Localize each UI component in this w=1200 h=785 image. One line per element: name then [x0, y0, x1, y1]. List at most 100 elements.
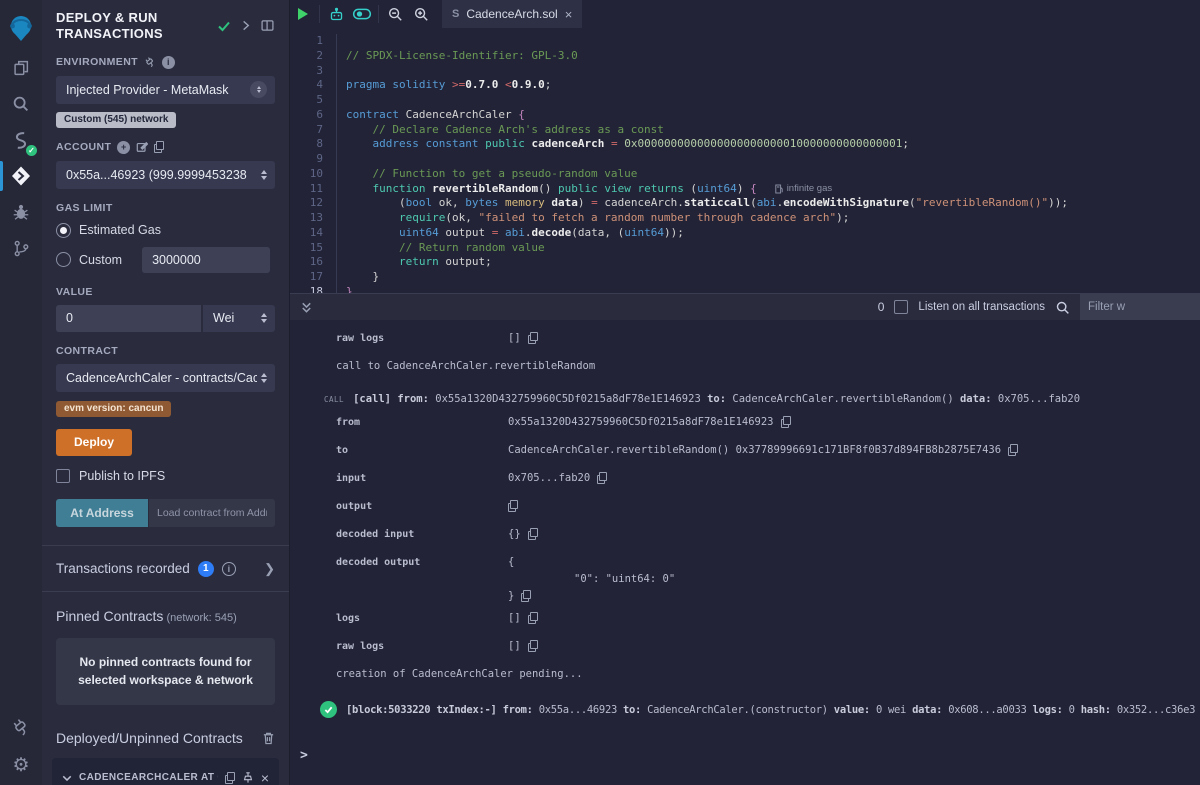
line-number: 9 [290, 152, 336, 167]
tab-cadencearch-sol[interactable]: S CadenceArch.sol × [442, 0, 582, 28]
copy-icon[interactable] [528, 612, 538, 624]
code-line: 14 uint64 output = abi.decode(data, (uin… [290, 226, 1200, 241]
line-number: 12 [290, 196, 336, 211]
transactions-info-icon[interactable]: i [222, 562, 236, 576]
terminal-body[interactable]: raw logs[] call to CadenceArchCaler.rever… [290, 320, 1200, 785]
deploy-button[interactable]: Deploy [56, 429, 132, 456]
tab-label: CadenceArch.sol [466, 7, 557, 21]
copy-account-icon[interactable] [154, 141, 164, 153]
terminal-search-icon[interactable] [1055, 300, 1070, 315]
code-line: 5 [290, 93, 1200, 108]
terminal-log-row: raw logs[] [336, 640, 1200, 658]
clear-contracts-trash-icon[interactable] [262, 731, 275, 745]
ai-copilot-toggle-icon[interactable] [349, 0, 375, 28]
code-line: 4pragma solidity >=0.7.0 <0.9.0; [290, 78, 1200, 93]
estimated-gas-radio[interactable] [56, 223, 71, 238]
remix-window: ✓ ⚙ DEPLOY & RUN TRANSACTIONS [0, 0, 1200, 785]
code-line: 3 [290, 64, 1200, 79]
copy-icon[interactable] [528, 640, 538, 652]
code-line: 9 [290, 152, 1200, 167]
contract-select[interactable]: CadenceArchCaler - contracts/Cac [56, 364, 275, 392]
add-account-icon[interactable]: + [117, 141, 130, 154]
solidity-compiler-icon[interactable]: ✓ [0, 122, 42, 158]
copy-icon[interactable] [781, 416, 791, 428]
chevron-updown-icon [261, 170, 267, 180]
account-select[interactable]: 0x55a...46923 (999.9999453238 [56, 161, 275, 189]
line-number: 5 [290, 93, 336, 108]
gas-icon [775, 184, 783, 194]
line-number: 7 [290, 123, 336, 138]
code-line: 1 [290, 34, 1200, 49]
publish-ipfs-option[interactable]: Publish to IPFS [56, 469, 275, 483]
terminal-filter-input[interactable] [1080, 294, 1200, 320]
copy-icon[interactable] [508, 500, 518, 512]
terminal-message: call to CadenceArchCaler.revertibleRando… [336, 360, 1200, 372]
collapse-contract-icon[interactable] [62, 773, 72, 783]
close-tab-icon[interactable]: × [565, 7, 573, 22]
chevron-updown-icon [250, 81, 267, 98]
custom-gas-option[interactable]: Custom [56, 247, 275, 273]
terminal-call-row: call[call] from: 0x55a1320D432759960C5Df… [324, 393, 1200, 405]
search-icon[interactable] [0, 86, 42, 122]
copy-icon[interactable] [597, 472, 607, 484]
custom-gas-input[interactable] [142, 247, 270, 273]
code-line: 18} [290, 285, 1200, 293]
terminal-log-row: toCadenceArchCaler.revertibleRandom() 0x… [336, 444, 1200, 462]
value-unit-select[interactable]: Wei [203, 305, 275, 332]
code-editor[interactable]: 12// SPDX-License-Identifier: GPL-3.034p… [290, 28, 1200, 293]
terminal-prompt[interactable]: > [300, 748, 1200, 763]
deploy-run-icon[interactable] [0, 158, 42, 194]
code-line: 12 (bool ok, bytes memory data) = cadenc… [290, 196, 1200, 211]
zoom-out-icon[interactable] [382, 0, 408, 28]
line-number: 1 [290, 34, 336, 49]
line-number: 16 [290, 255, 336, 270]
at-address-input[interactable] [149, 499, 275, 527]
copy-icon[interactable] [1008, 444, 1018, 456]
environment-info-icon[interactable]: i [162, 56, 175, 69]
at-address-button[interactable]: At Address [56, 499, 148, 527]
expand-transactions-icon[interactable]: ❯ [264, 561, 275, 577]
listen-all-transactions-label: Listen on all transactions [918, 301, 1045, 313]
ai-assistant-robot-icon[interactable] [323, 0, 349, 28]
value-input[interactable] [56, 305, 201, 332]
run-script-icon[interactable] [290, 0, 316, 28]
code-line: 6contract CadenceArchCaler { [290, 108, 1200, 123]
line-number: 8 [290, 137, 336, 152]
account-label: ACCOUNT + [56, 141, 275, 154]
source-control-icon[interactable] [0, 230, 42, 266]
debugger-icon[interactable] [0, 194, 42, 230]
pin-panel-chevron-icon[interactable] [240, 20, 251, 31]
pinned-contracts-title: Pinned Contracts (network: 545) [56, 608, 275, 624]
estimated-gas-option[interactable]: Estimated Gas [56, 223, 275, 238]
file-explorer-icon[interactable] [0, 50, 42, 86]
copy-icon[interactable] [521, 590, 531, 602]
listen-all-transactions-checkbox[interactable] [894, 300, 908, 314]
terminal-log-row: logs[] [336, 612, 1200, 630]
collapse-terminal-icon[interactable] [300, 301, 313, 314]
line-number: 14 [290, 226, 336, 241]
transactions-recorded-label: Transactions recorded [56, 561, 190, 576]
infinite-gas-annotation: infinite gas [775, 182, 832, 197]
line-number: 15 [290, 241, 336, 256]
copy-icon[interactable] [528, 332, 538, 344]
split-view-icon[interactable] [260, 18, 275, 33]
network-badge: Custom (545) network [56, 112, 176, 128]
custom-gas-radio[interactable] [56, 252, 71, 267]
environment-select[interactable]: Injected Provider - MetaMask [56, 76, 275, 104]
line-number: 17 [290, 270, 336, 285]
code-lines: 12// SPDX-License-Identifier: GPL-3.034p… [290, 34, 1200, 293]
sign-message-icon[interactable] [136, 141, 148, 153]
plug-icon[interactable] [144, 56, 156, 68]
settings-icon[interactable]: ⚙ [0, 745, 42, 785]
code-line: 8 address constant public cadenceArch = … [290, 137, 1200, 152]
zoom-in-icon[interactable] [408, 0, 434, 28]
line-number: 11 [290, 182, 336, 197]
remove-contract-icon[interactable]: × [261, 770, 269, 785]
pin-contract-icon[interactable] [242, 771, 254, 784]
line-number: 3 [290, 64, 336, 79]
copy-icon[interactable] [528, 528, 538, 540]
plugin-manager-icon[interactable] [0, 709, 42, 745]
copy-address-icon[interactable] [225, 772, 235, 784]
publish-ipfs-checkbox[interactable] [56, 469, 70, 483]
compile-success-badge: ✓ [26, 145, 37, 156]
